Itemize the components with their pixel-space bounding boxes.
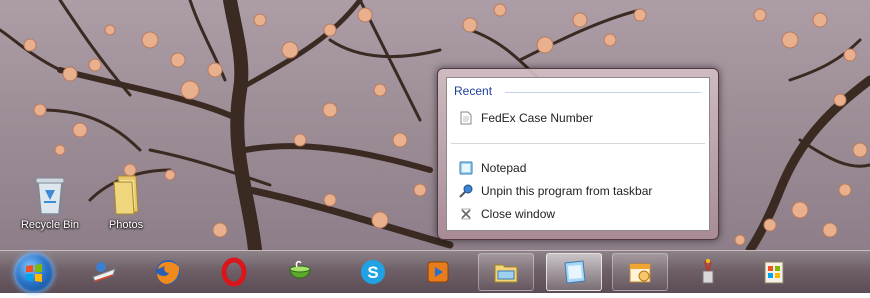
task-label: Notepad — [481, 161, 527, 175]
task-label: Unpin this program from taskbar — [481, 184, 653, 198]
taskbar-file-explorer[interactable] — [478, 253, 534, 291]
fedex-app-icon — [92, 262, 116, 282]
taskbar-cauldron-app[interactable] — [272, 253, 328, 291]
jump-list-panel: Recent FedEx Case Number Notepad Unpin t… — [446, 77, 710, 231]
jump-list-section-title: Recent — [454, 84, 493, 98]
taskbar: S — [0, 250, 870, 293]
taskbar-fedex-app[interactable] — [76, 253, 132, 291]
task-label: Close window — [481, 207, 556, 221]
task-unpin-from-taskbar[interactable]: Unpin this program from taskbar — [459, 181, 652, 201]
taskbar-windows-app[interactable] — [746, 253, 802, 291]
windows-app-icon — [764, 261, 784, 284]
windows-logo-icon — [26, 264, 42, 282]
jump-list-separator — [451, 143, 705, 144]
svg-text:S: S — [367, 263, 378, 282]
task-open-notepad[interactable]: Notepad — [459, 158, 526, 178]
opera-icon — [221, 257, 247, 287]
file-explorer-icon — [494, 264, 518, 283]
taskbar-opera[interactable] — [206, 253, 262, 291]
paint-tool-icon — [702, 259, 714, 284]
media-player-icon — [427, 261, 449, 283]
firefox-icon — [156, 260, 180, 284]
section-title-rule — [505, 92, 701, 93]
start-button[interactable] — [14, 253, 54, 293]
desktop-icon-label: Recycle Bin — [20, 219, 80, 231]
task-close-window[interactable]: Close window — [459, 204, 555, 224]
recent-item-label: FedEx Case Number — [481, 111, 594, 125]
desktop-icon-recycle-bin[interactable]: Recycle Bin — [18, 172, 82, 231]
unpin-icon — [459, 184, 473, 198]
desktop-icon-photos[interactable]: Photos — [94, 172, 158, 231]
calendar-app-icon — [629, 263, 651, 283]
notepad-icon — [459, 161, 473, 175]
cauldron-app-icon — [289, 260, 311, 279]
close-window-icon — [459, 207, 473, 221]
folder-icon — [106, 172, 146, 216]
taskbar-paint-tool[interactable] — [680, 253, 736, 291]
taskbar-media-player[interactable] — [410, 253, 466, 291]
taskbar-skype[interactable]: S — [345, 253, 401, 291]
taskbar-firefox[interactable] — [140, 253, 196, 291]
skype-icon: S — [361, 260, 385, 284]
taskbar-calendar-app[interactable] — [612, 253, 668, 291]
desktop-wallpaper: Recycle Bin Photos Recent FedEx Case Num… — [0, 0, 870, 250]
taskbar-jump-list: Recent FedEx Case Number Notepad Unpin t… — [437, 68, 719, 240]
recycle-bin-icon — [30, 172, 70, 216]
text-document-icon — [459, 111, 473, 125]
taskbar-notepad[interactable] — [546, 253, 602, 291]
notepad-icon — [564, 260, 586, 284]
desktop-icon-label: Photos — [108, 219, 144, 231]
recent-item-fedex-case-number[interactable]: FedEx Case Number — [459, 108, 593, 128]
